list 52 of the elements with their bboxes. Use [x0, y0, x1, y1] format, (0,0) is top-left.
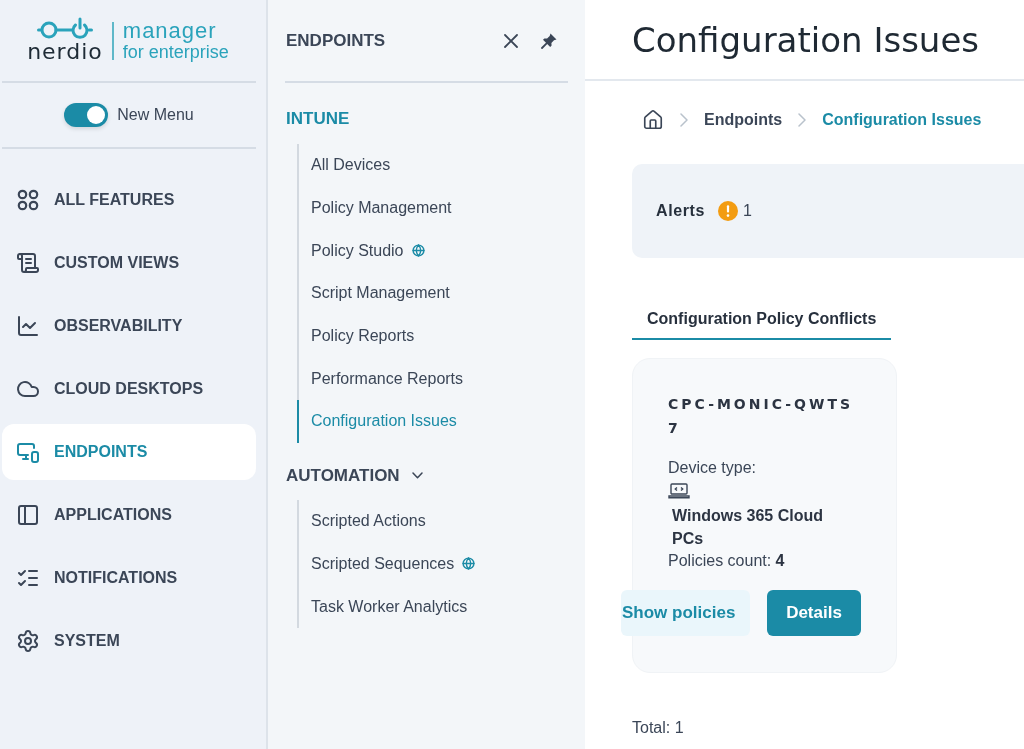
line-chart-icon	[16, 314, 40, 338]
monitor-phone-icon	[16, 440, 40, 464]
nav-item[interactable]: CLOUD DESKTOPS	[2, 361, 256, 417]
alerts-count: 1	[742, 202, 752, 220]
submenu-link[interactable]: Scripted Actions	[297, 499, 585, 543]
tab[interactable]: Configuration Policy Conflicts	[632, 300, 892, 340]
total-count: Total: 1	[632, 719, 684, 737]
toggle-label: New Menu	[117, 106, 194, 124]
laptop-icon	[668, 483, 690, 499]
chevron-down-icon	[411, 472, 423, 480]
nav-item[interactable]: CUSTOM VIEWS	[2, 235, 256, 291]
logo-wordmark: nerdio	[27, 40, 103, 64]
chevron-right-icon	[798, 113, 807, 127]
pin-icon	[541, 32, 557, 49]
nav-item[interactable]: APPLICATIONS	[2, 487, 256, 543]
details-button[interactable]: Details	[767, 590, 861, 636]
nav-item[interactable]: NOTIFICATIONS	[2, 550, 256, 606]
nav-item[interactable]: SYSTEM	[2, 613, 256, 669]
submenu-link[interactable]: Performance Reports	[297, 357, 585, 401]
nav-item[interactable]: OBSERVABILITY	[2, 298, 256, 354]
alerts-label: Alerts	[656, 202, 705, 220]
show-policies-button[interactable]: Show policies	[621, 590, 750, 636]
grid-icon	[16, 188, 40, 212]
new-menu-toggle[interactable]	[64, 103, 109, 127]
logo-icon	[36, 17, 93, 39]
submenu-link[interactable]: Script Management	[297, 272, 585, 315]
close-icon	[504, 33, 518, 48]
settings-icon	[16, 629, 40, 653]
nav-item[interactable]: ALL FEATURES	[2, 172, 256, 228]
breadcrumb-link[interactable]: Endpoints	[704, 111, 783, 129]
home-icon[interactable]	[642, 109, 664, 131]
panel-title: ENDPOINTS	[286, 30, 387, 51]
submenu-link[interactable]: Policy Reports	[297, 314, 585, 358]
submenu-link[interactable]: All Devices	[297, 144, 585, 187]
submenu-link[interactable]: Policy Management	[297, 186, 585, 230]
submenu-link[interactable]: Scripted Sequences	[297, 542, 585, 586]
logo-product-text: manager	[122, 19, 218, 42]
device-type-label: Device type:	[668, 458, 757, 478]
submenu-link[interactable]: Task Worker Analytics	[297, 585, 585, 628]
page-title: Configuration Issues	[632, 19, 980, 60]
panel-icon	[16, 503, 40, 527]
nav-item[interactable]: ENDPOINTS	[2, 424, 256, 480]
breadcrumb-link[interactable]: Configuration Issues	[822, 111, 982, 129]
device-name: CPC-MONIC-QWTS7	[668, 395, 855, 438]
warning-icon	[717, 201, 738, 221]
policies-count: Policies count: 4	[668, 551, 785, 571]
submenu-link[interactable]: Policy Studio	[297, 229, 585, 273]
section-toggle[interactable]: AUTOMATION	[286, 464, 423, 487]
scroll-icon	[16, 251, 40, 275]
chevron-right-icon	[680, 113, 688, 127]
section-heading: INTUNE	[286, 108, 350, 130]
device-type-value: Windows 365 Cloud PCs	[671, 506, 824, 549]
